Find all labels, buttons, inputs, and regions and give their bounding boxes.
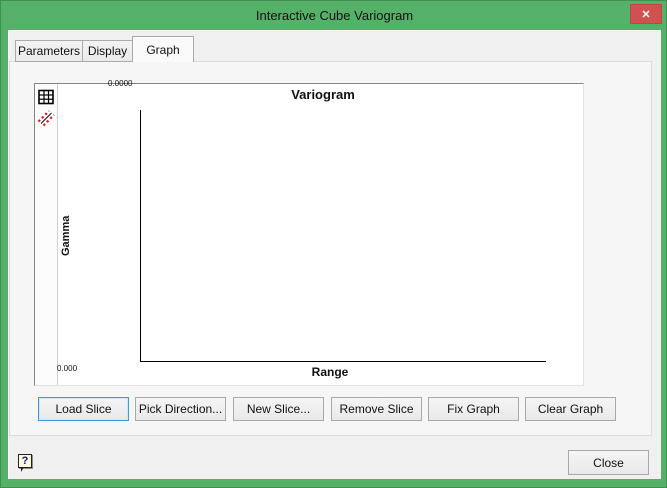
tab-parameters[interactable]: Parameters [15, 40, 83, 62]
close-button[interactable]: Close [568, 450, 649, 475]
fix-graph-button[interactable]: Fix Graph [428, 397, 519, 421]
graph-mini-toolbar [35, 84, 58, 385]
titlebar[interactable]: Interactive Cube Variogram ✕ [1, 1, 666, 30]
window-title: Interactive Cube Variogram [255, 8, 414, 23]
dialog-window: Interactive Cube Variogram ✕ Parameters … [0, 0, 667, 488]
help-icon: ? [21, 455, 29, 467]
y-axis-min-tick-label: 0.000 [57, 364, 78, 373]
help-button[interactable]: ? [18, 454, 32, 472]
load-slice-button[interactable]: Load Slice [38, 397, 129, 421]
y-axis-max-tick-label: 0.0000 [108, 79, 133, 88]
x-axis-label: Range [311, 365, 349, 379]
tab-display[interactable]: Display [82, 40, 133, 62]
graph-panel: Variogram Gamma Range 0.000 [34, 83, 584, 386]
new-slice-button[interactable]: New Slice... [233, 397, 324, 421]
window-close-button[interactable]: ✕ [630, 4, 662, 24]
grid-icon [38, 89, 54, 105]
y-axis-line [140, 110, 141, 362]
grid-view-tool-button[interactable] [37, 88, 55, 106]
tab-graph-label: Graph [146, 42, 180, 57]
graph-title: Variogram [291, 87, 355, 102]
x-axis-line [140, 361, 546, 362]
close-icon: ✕ [641, 8, 651, 21]
pick-direction-button[interactable]: Pick Direction... [135, 397, 226, 421]
y-axis-label: Gamma [60, 215, 72, 257]
remove-slice-button[interactable]: Remove Slice [331, 397, 422, 421]
tab-parameters-label: Parameters [17, 44, 81, 58]
hatch-view-tool-button[interactable] [37, 109, 55, 127]
tab-display-label: Display [87, 44, 128, 58]
clear-graph-button[interactable]: Clear Graph [525, 397, 616, 421]
tab-graph[interactable]: Graph [132, 36, 194, 62]
hatch-lines-icon [37, 110, 55, 127]
